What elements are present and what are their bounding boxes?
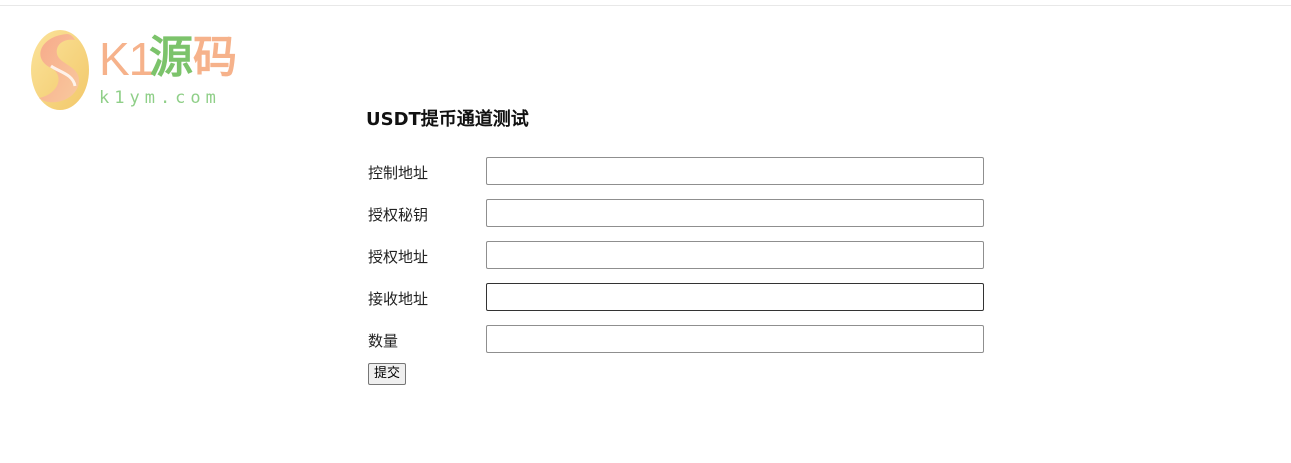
submit-button[interactable]: 提交 xyxy=(368,363,407,385)
field-row-auth-key: 授权秘钥 xyxy=(366,199,1006,231)
auth-address-input[interactable] xyxy=(486,241,984,269)
receive-address-label: 接收地址 xyxy=(368,290,429,308)
page-title: USDT提币通道测试 xyxy=(366,109,529,130)
control-address-label: 控制地址 xyxy=(368,164,429,182)
site-logo: K1 源码 k1ym.com xyxy=(29,28,239,112)
logo-brand-cn: 源码 xyxy=(149,32,237,84)
top-divider xyxy=(0,5,1291,6)
usdt-withdraw-form: USDT提币通道测试 控制地址 授权秘钥 授权地址 接收地址 数量 提交 xyxy=(366,106,1006,385)
logo-domain: k1ym.com xyxy=(99,88,221,108)
logo-emblem-icon xyxy=(31,30,89,110)
field-row-auth-address: 授权地址 xyxy=(366,241,1006,273)
field-row-amount: 数量 xyxy=(366,325,1006,357)
logo-brand-k1: K1 xyxy=(99,33,154,85)
amount-label: 数量 xyxy=(368,332,399,350)
field-row-receive-address: 接收地址 xyxy=(366,283,1006,315)
logo-brand-char-1: 源 xyxy=(149,32,193,83)
control-address-input[interactable] xyxy=(486,157,984,185)
logo-brand-char-2: 码 xyxy=(193,32,237,83)
auth-address-label: 授权地址 xyxy=(368,248,429,266)
auth-key-label: 授权秘钥 xyxy=(368,206,429,224)
receive-address-input[interactable] xyxy=(486,283,984,311)
auth-key-input[interactable] xyxy=(486,199,984,227)
amount-input[interactable] xyxy=(486,325,984,353)
field-row-control-address: 控制地址 xyxy=(366,157,1006,189)
